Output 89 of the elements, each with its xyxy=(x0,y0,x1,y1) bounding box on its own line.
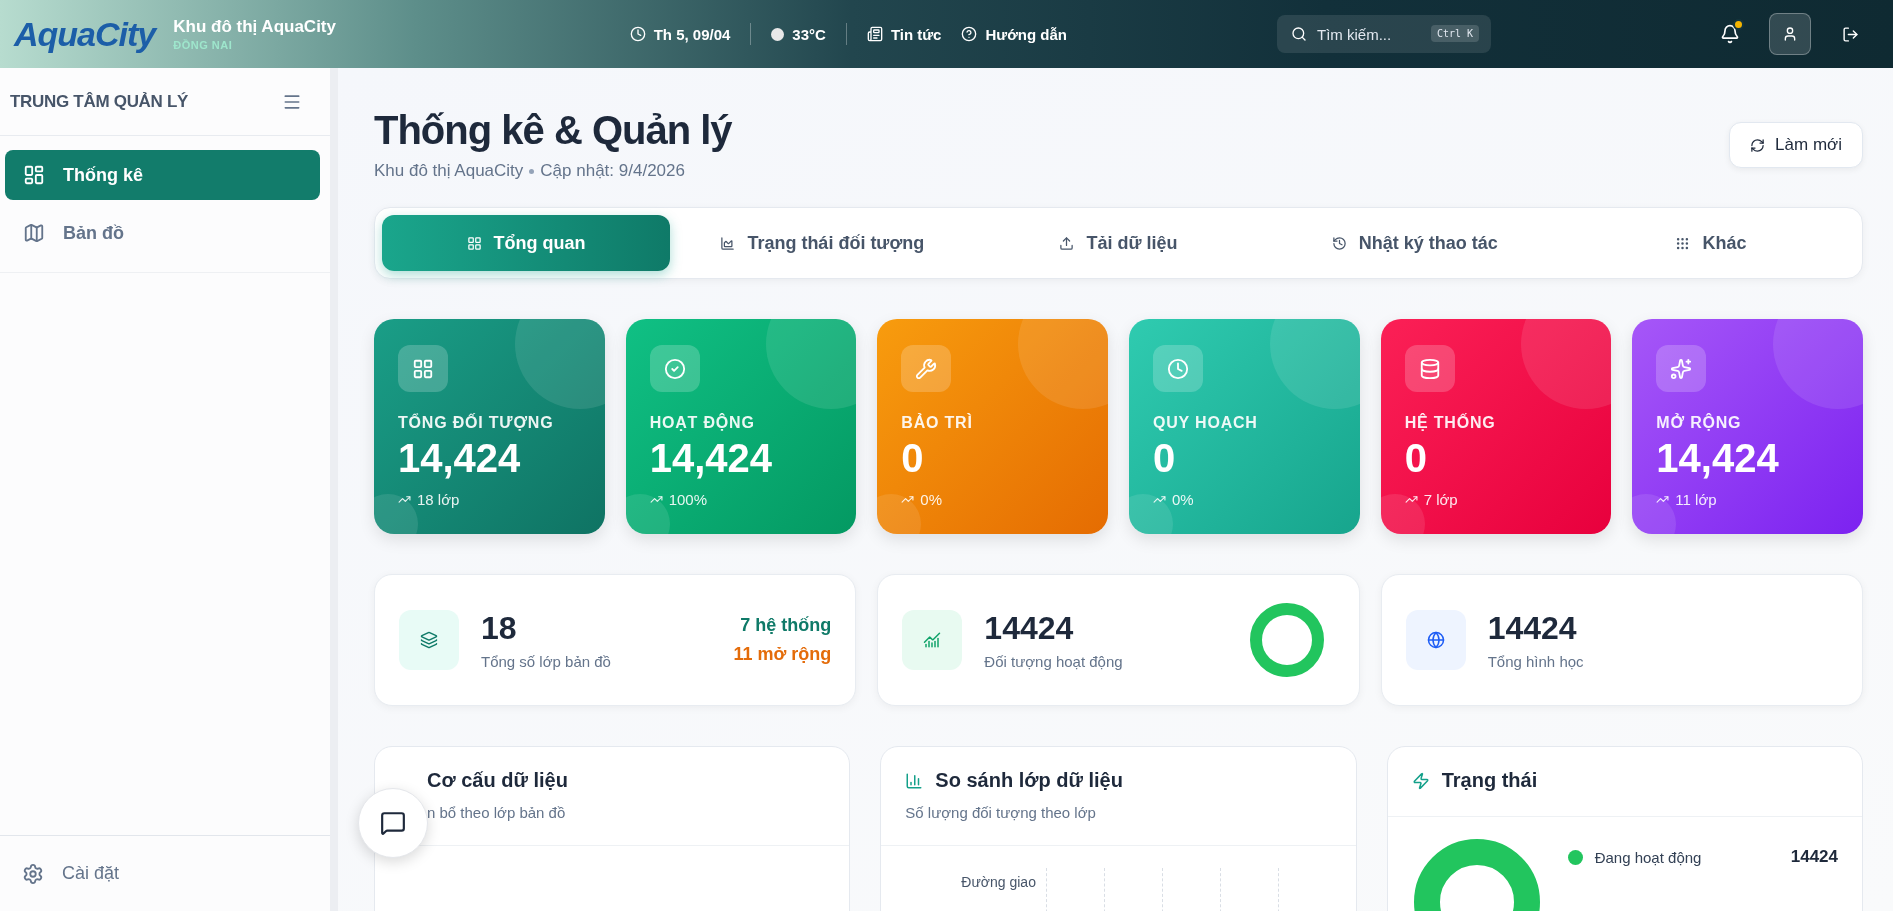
stat-value: 0 xyxy=(1153,436,1177,481)
grid-icon xyxy=(466,235,482,251)
refresh-icon xyxy=(1750,137,1766,153)
stat-label: HOẠT ĐỘNG xyxy=(649,414,756,432)
weather-text: 33°C xyxy=(771,25,826,43)
globe-icon xyxy=(1405,610,1466,670)
breakdown-text: 7 hệ thống xyxy=(740,615,832,636)
stat-label: MỞ RỘNG xyxy=(1656,414,1743,432)
stat-trend: 18 lớp xyxy=(398,491,581,508)
panel-title: Cơ cấu dữ liệu xyxy=(427,769,568,792)
stat-label: QUY HOẠCH xyxy=(1153,414,1259,432)
sidebar-item[interactable]: Thống kê xyxy=(5,150,320,200)
help-icon xyxy=(961,26,978,42)
database-icon xyxy=(1404,345,1455,392)
stat-trend: 0% xyxy=(1153,491,1336,508)
stat-value: 14,424 xyxy=(649,436,773,481)
stat-trend: 7 lớp xyxy=(1404,491,1588,508)
page-title: Thống kê & Quản lý xyxy=(374,108,732,153)
area-chart-icon xyxy=(720,235,736,251)
trend-icon xyxy=(1404,493,1418,506)
map-icon xyxy=(23,222,45,244)
summary-label: Tổng số lớp bản đồ xyxy=(481,653,612,670)
search-icon xyxy=(1291,26,1307,42)
legend-value: 14424 xyxy=(1790,847,1838,867)
user-button[interactable] xyxy=(1769,13,1811,55)
legend-label: Đang hoạt động xyxy=(1594,848,1703,866)
stat-label: HỆ THỐNG xyxy=(1404,414,1497,432)
sidebar-item[interactable]: Bản đồ xyxy=(5,208,320,258)
tab[interactable]: Khác xyxy=(1566,215,1855,271)
tab[interactable]: Tải dữ liệu xyxy=(974,215,1263,271)
panel-subtitle: Số lượng đối tượng theo lớp xyxy=(905,804,1097,821)
grid-icon xyxy=(398,345,448,392)
lightning-icon xyxy=(1411,771,1430,790)
stat-trend: 100% xyxy=(649,491,833,508)
settings-icon xyxy=(22,862,44,885)
breakdown-text: 11 mở rộng xyxy=(733,644,832,665)
history-icon xyxy=(1331,235,1347,251)
axis-label: Đường giao xyxy=(961,874,1036,890)
dashboard-icon xyxy=(23,164,45,186)
user-icon xyxy=(1782,26,1798,42)
summary-value: 14424 xyxy=(1487,610,1578,647)
bell-icon xyxy=(1720,24,1740,44)
summary-value: 14424 xyxy=(984,610,1075,647)
panel-title: So sánh lớp dữ liệu xyxy=(935,769,1123,792)
page-subtitle: Khu đô thị AquaCity xyxy=(374,161,524,181)
layers-icon xyxy=(399,610,459,670)
chat-icon xyxy=(380,810,406,836)
clock-icon xyxy=(1153,345,1203,392)
stat-value: 14,424 xyxy=(1656,436,1780,481)
summary-label: Tổng hình học xyxy=(1487,653,1585,670)
site-title: Khu đô thị AquaCity xyxy=(173,17,336,37)
wrench-icon xyxy=(901,345,952,392)
summary-value: 18 xyxy=(481,610,518,647)
sparkles-icon xyxy=(1656,345,1707,392)
trend-icon xyxy=(901,493,915,506)
stat-label: TỔNG ĐỐI TƯỢNG xyxy=(398,414,555,432)
stat-trend: 0% xyxy=(901,491,1084,508)
trend-icon xyxy=(1153,493,1166,506)
settings-link[interactable]: Cài đặt xyxy=(0,835,330,911)
stat-value: 14,424 xyxy=(398,436,522,481)
trend-icon xyxy=(398,493,411,506)
weather-dot-icon xyxy=(771,27,785,41)
stat-value: 0 xyxy=(901,436,925,481)
trend-icon xyxy=(1656,493,1670,506)
chart-icon xyxy=(902,610,963,670)
panel-subtitle: n bổ theo lớp bản đồ xyxy=(426,804,567,821)
sidebar-title: TRUNG TÂM QUẢN LÝ xyxy=(10,91,189,112)
stat-trend: 11 lớp xyxy=(1656,491,1839,508)
refresh-button[interactable]: Làm mới xyxy=(1729,122,1863,168)
stat-label: BẢO TRÌ xyxy=(901,414,974,432)
date-text: Th 5, 09/04 xyxy=(629,25,731,43)
logo: AquaCity xyxy=(14,14,156,54)
news-link[interactable]: Tin tức xyxy=(866,25,942,43)
update-date: Cập nhật: 9/4/2026 xyxy=(540,161,685,181)
tab[interactable]: Nhật ký thao tác xyxy=(1270,215,1559,271)
clock-icon xyxy=(629,26,646,42)
tab[interactable]: Tổng quan xyxy=(382,215,671,271)
upload-icon xyxy=(1059,235,1075,251)
trend-icon xyxy=(649,493,663,506)
tab[interactable]: Trạng thái đối tượng xyxy=(678,215,967,271)
shortcut-hint: Ctrl K xyxy=(1430,25,1479,42)
help-link[interactable]: Hướng dẫn xyxy=(961,25,1067,43)
bar-chart-icon xyxy=(905,771,924,790)
panel-title: Trạng thái xyxy=(1441,769,1538,792)
summary-label: Đối tượng hoạt động xyxy=(984,653,1124,670)
newspaper-icon xyxy=(866,26,883,42)
logout-icon xyxy=(1841,25,1859,43)
stat-value: 0 xyxy=(1404,436,1428,481)
dots-grid-icon xyxy=(1675,235,1691,251)
